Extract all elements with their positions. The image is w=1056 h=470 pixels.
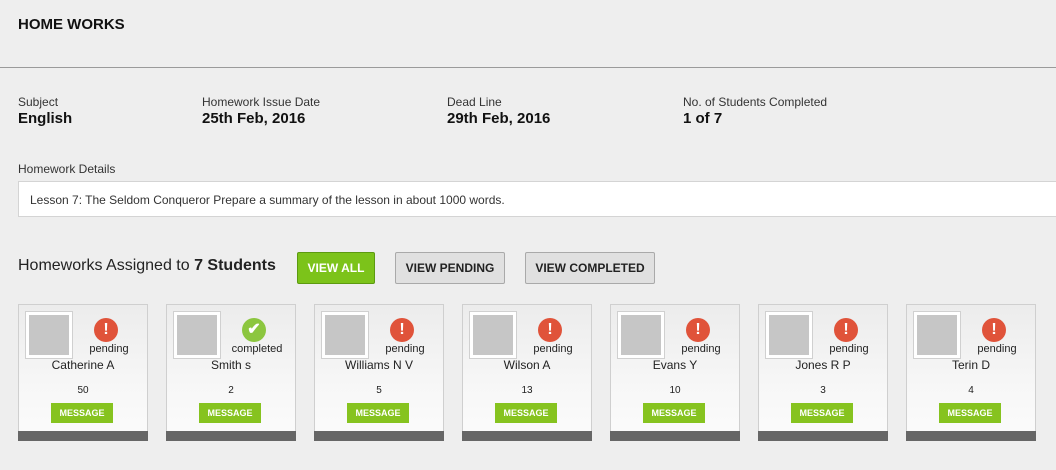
exclamation-icon: ! xyxy=(390,318,414,342)
card-bottom-bar xyxy=(758,431,888,441)
student-count: 5 xyxy=(376,385,382,396)
exclamation-icon: ! xyxy=(686,318,710,342)
student-photo xyxy=(26,312,72,358)
student-count: 3 xyxy=(820,385,826,396)
status-text: pending xyxy=(533,343,573,355)
page-title: HOME WORKS xyxy=(18,16,125,33)
status-text: pending xyxy=(89,343,129,355)
exclamation-icon: ! xyxy=(94,318,118,342)
deadline-info: Dead Line 29th Feb, 2016 xyxy=(447,95,550,128)
student-card: ! pending Evans Y 10 MESSAGE xyxy=(610,304,740,441)
student-card: ! pending Wilson A 13 MESSAGE xyxy=(462,304,592,441)
exclamation-icon: ! xyxy=(538,318,562,342)
student-card: ✔ completed Smith s 2 MESSAGE xyxy=(166,304,296,441)
student-name: Catherine A xyxy=(51,358,115,372)
student-card: ! pending Terin D 4 MESSAGE xyxy=(906,304,1036,441)
issue-date-value: 25th Feb, 2016 xyxy=(202,110,306,127)
issue-date-info: Homework Issue Date 25th Feb, 2016 xyxy=(202,95,320,128)
view-completed-button[interactable]: VIEW COMPLETED xyxy=(525,252,655,284)
message-button[interactable]: MESSAGE xyxy=(347,403,409,423)
completed-count-value: 1 of 7 xyxy=(683,110,723,127)
student-photo xyxy=(618,312,664,358)
student-photo xyxy=(322,312,368,358)
student-count: 13 xyxy=(521,385,533,396)
subject-info: Subject English xyxy=(18,95,72,128)
message-button[interactable]: MESSAGE xyxy=(199,403,261,423)
status-text: pending xyxy=(829,343,869,355)
student-photo xyxy=(174,312,220,358)
card-bottom-bar xyxy=(906,431,1036,441)
exclamation-icon: ! xyxy=(982,318,1006,342)
completed-count-info: No. of Students Completed 1 of 7 xyxy=(683,95,827,128)
student-count: 10 xyxy=(669,385,681,396)
student-name: Williams N V xyxy=(345,358,413,372)
message-button[interactable]: MESSAGE xyxy=(51,403,113,423)
status-text: completed xyxy=(231,343,283,355)
assigned-count: 7 Students xyxy=(194,257,276,274)
student-count: 50 xyxy=(77,385,89,396)
student-photo xyxy=(470,312,516,358)
subject-label: Subject xyxy=(18,95,59,109)
student-card: ! pending Williams N V 5 MESSAGE xyxy=(314,304,444,441)
card-bottom-bar xyxy=(314,431,444,441)
card-bottom-bar xyxy=(166,431,296,441)
status-text: pending xyxy=(385,343,425,355)
student-name: Evans Y xyxy=(652,358,698,372)
view-pending-button[interactable]: VIEW PENDING xyxy=(395,252,505,284)
card-bottom-bar xyxy=(18,431,148,441)
view-all-button[interactable]: VIEW ALL xyxy=(297,252,375,284)
status-text: pending xyxy=(977,343,1017,355)
deadline-value: 29th Feb, 2016 xyxy=(447,110,551,127)
student-card: ! pending Catherine A 50 MESSAGE xyxy=(18,304,148,441)
homework-details-box: Lesson 7: The Seldom Conqueror Prepare a… xyxy=(18,181,1056,217)
homework-details-label: Homework Details xyxy=(18,162,116,176)
assigned-heading: Homeworks Assigned to 7 Students xyxy=(18,257,276,275)
check-icon: ✔ xyxy=(242,318,266,342)
message-button[interactable]: MESSAGE xyxy=(939,403,1001,423)
message-button[interactable]: MESSAGE xyxy=(791,403,853,423)
student-name: Terin D xyxy=(951,358,990,372)
status-text: pending xyxy=(681,343,721,355)
student-count: 4 xyxy=(968,385,974,396)
student-name: Smith s xyxy=(210,358,251,372)
subject-value: English xyxy=(18,110,73,127)
student-photo xyxy=(914,312,960,358)
assigned-prefix: Homeworks Assigned to xyxy=(18,257,195,274)
message-button[interactable]: MESSAGE xyxy=(495,403,557,423)
student-name: Jones R P xyxy=(795,358,851,372)
message-button[interactable]: MESSAGE xyxy=(643,403,705,423)
deadline-label: Dead Line xyxy=(447,95,502,109)
header-divider xyxy=(0,67,1056,68)
exclamation-icon: ! xyxy=(834,318,858,342)
student-name: Wilson A xyxy=(503,358,551,372)
card-bottom-bar xyxy=(462,431,592,441)
student-count: 2 xyxy=(228,385,234,396)
student-photo xyxy=(766,312,812,358)
card-bottom-bar xyxy=(610,431,740,441)
issue-date-label: Homework Issue Date xyxy=(202,95,321,109)
student-card: ! pending Jones R P 3 MESSAGE xyxy=(758,304,888,441)
completed-count-label: No. of Students Completed xyxy=(683,95,828,109)
